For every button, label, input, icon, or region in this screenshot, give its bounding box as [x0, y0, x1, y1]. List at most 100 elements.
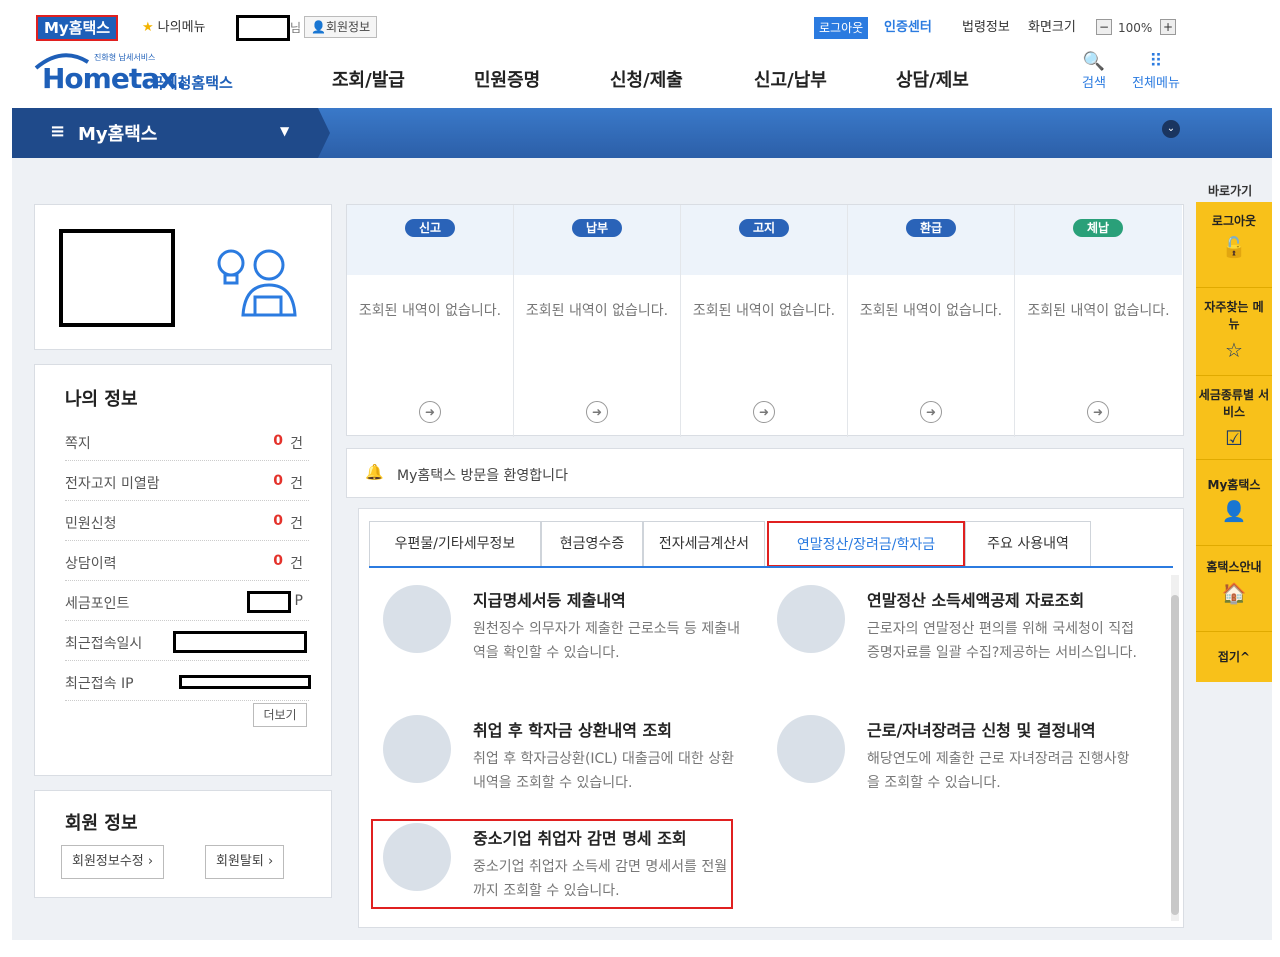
redacted-value: [173, 631, 307, 653]
service-yearend-deduction[interactable]: 연말정산 소득세액공제 자료조회 근로자의 연말정산 편의를 위해 국세청이 직…: [777, 585, 1157, 695]
info-unit: 건: [290, 516, 303, 532]
chevron-right-icon: ›: [147, 854, 154, 869]
zoom-out-button[interactable]: −: [1096, 19, 1112, 35]
hometax-logo[interactable]: 진화형 납세서비스 Hometax. 국세청홈택스: [32, 50, 262, 102]
quick-label: 자주찾는 메뉴: [1204, 300, 1264, 331]
service-tab-panel: 우편물/기타세무정보 현금영수증 전자세금계산서 연말정산/장려금/학자금 주요…: [358, 508, 1184, 928]
quick-myhometax[interactable]: My홈택스 👤: [1196, 460, 1272, 546]
zoom-in-button[interactable]: +: [1160, 19, 1176, 35]
status-col-report: 신고 조회된 내역이 없습니다. ➜: [347, 205, 514, 437]
tab-yearend-scholarship[interactable]: 연말정산/장려금/학자금: [767, 521, 965, 567]
status-summary-panel: 신고 조회된 내역이 없습니다. ➜ 납부 조회된 내역이 없습니다. ➜ 고지…: [346, 204, 1184, 437]
status-empty-text: 조회된 내역이 없습니다.: [859, 303, 1003, 319]
quick-label: My홈택스: [1207, 478, 1261, 492]
service-title: 취업 후 학자금 상환내역 조회: [473, 721, 672, 740]
info-row-e-notice[interactable]: 전자고지 미열람 0 건: [65, 461, 309, 501]
zoom-value: 100%: [1118, 21, 1153, 35]
arrow-right-icon[interactable]: ➜: [753, 401, 775, 423]
quick-menu-title: 바로가기: [1208, 184, 1253, 198]
status-badge: 납부: [572, 219, 622, 237]
arrow-right-icon[interactable]: ➜: [586, 401, 608, 423]
service-student-loan[interactable]: 취업 후 학자금 상환내역 조회 취업 후 학자금상환(ICL) 대출금에 대한…: [383, 715, 763, 805]
tab-e-tax-invoice[interactable]: 전자세금계산서: [643, 521, 765, 567]
info-count: 0: [273, 513, 283, 529]
document-pen-icon: [777, 715, 845, 783]
status-head: [347, 205, 513, 275]
service-work-child-incentive[interactable]: 근로/자녀장려금 신청 및 결정내역 해당연도에 제출한 근로 자녀장려금 진행…: [777, 715, 1157, 805]
member-info-button[interactable]: 👤회원정보: [304, 16, 378, 38]
myhometax-badge[interactable]: My홈택스: [36, 15, 119, 41]
service-title: 중소기업 취업자 감면 명세 조회: [473, 829, 687, 848]
hamburger-icon: ≡: [50, 121, 66, 142]
status-badge: 고지: [739, 219, 789, 237]
quick-label: 로그아웃: [1211, 214, 1257, 228]
chevron-down-icon[interactable]: ⌄: [1162, 120, 1180, 138]
service-title: 근로/자녀장려금 신청 및 결정내역: [867, 721, 1096, 740]
redacted-username: [236, 15, 290, 41]
info-row-messages[interactable]: 쪽지 0 건: [65, 421, 309, 461]
quick-hometax-guide[interactable]: 홈택스안내 🏠: [1196, 546, 1272, 632]
redacted-value: [179, 675, 311, 689]
status-badge: 신고: [405, 219, 455, 237]
main-header: 진화형 납세서비스 Hometax. 국세청홈택스 조회/발급 민원증명 신청/…: [12, 44, 1272, 108]
law-info-link[interactable]: 법령정보: [962, 18, 1010, 38]
info-row-civil-request[interactable]: 민원신청 0 건: [65, 501, 309, 541]
page-title: My홈택스: [78, 124, 158, 145]
withdraw-button[interactable]: 회원탈퇴 ›: [205, 845, 285, 879]
edit-member-button[interactable]: 회원정보수정 ›: [61, 845, 165, 879]
member-info-panel: 회원 정보 회원정보수정 › 회원탈퇴 ›: [34, 790, 332, 898]
nav-apply[interactable]: 신청/제출: [610, 66, 683, 92]
search-button[interactable]: 🔍 검색: [1074, 52, 1114, 92]
info-row-tax-point[interactable]: 세금포인트 P: [65, 581, 309, 621]
all-menu-button[interactable]: ⠿ 전체메뉴: [1124, 52, 1188, 92]
tab-mail-tax-info[interactable]: 우편물/기타세무정보: [369, 521, 541, 567]
tab-usage-history[interactable]: 주요 사용내역: [965, 521, 1091, 567]
arrow-right-icon[interactable]: ➜: [419, 401, 441, 423]
nav-report-pay[interactable]: 신고/납부: [754, 66, 827, 92]
all-menu-label: 전체메뉴: [1132, 76, 1180, 91]
info-count: 0: [273, 473, 283, 489]
info-unit: 건: [290, 556, 303, 572]
scroll-thumb[interactable]: [1171, 595, 1179, 915]
star-icon: ★: [142, 20, 154, 35]
quick-fold-button[interactable]: 접기^: [1196, 632, 1272, 682]
info-unit: 건: [290, 436, 303, 452]
mymenu-link[interactable]: ★ 나의메뉴: [142, 18, 206, 38]
myhometax-dropdown[interactable]: ≡ My홈택스 ▼: [12, 108, 318, 158]
status-head: [514, 205, 680, 275]
screen-size-label: 화면크기: [1028, 20, 1076, 35]
arrow-right-icon[interactable]: ➜: [920, 401, 942, 423]
status-empty-text: 조회된 내역이 없습니다.: [1027, 303, 1170, 319]
status-col-refund: 환급 조회된 내역이 없습니다. ➜: [848, 205, 1015, 437]
quick-menu: 로그아웃 🔓 자주찾는 메뉴 ☆ 세금종류별 서비스 ☑ My홈택스 👤 홈택스안내 🏠 …: [1196, 202, 1272, 682]
service-desc: 중소기업 취업자 소득세 감면 명세서를 전월까지 조회할 수 있습니다.: [473, 859, 728, 899]
profile-panel: [34, 204, 332, 350]
info-row-last-login: 최근접속일시: [65, 621, 309, 661]
member-info-label: 회원정보: [325, 20, 371, 34]
nav-certificate[interactable]: 민원증명: [474, 66, 540, 92]
content-scrollbar[interactable]: [1171, 575, 1179, 921]
logout-button[interactable]: 로그아웃: [814, 17, 869, 39]
status-badge: 체납: [1073, 219, 1123, 237]
nav-inquiry[interactable]: 조회/발급: [332, 66, 405, 92]
service-sme-tax-reduction[interactable]: 중소기업 취업자 감면 명세 조회 중소기업 취업자 소득세 감면 명세서를 전…: [383, 823, 727, 909]
nav-consult[interactable]: 상담/제보: [896, 66, 969, 92]
top-utility-bar: My홈택스 ★ 나의메뉴 님 👤회원정보 로그아웃 인증센터 법령정보 화면크기 …: [12, 12, 1272, 44]
search-label: 검색: [1082, 76, 1106, 91]
tab-cash-receipt[interactable]: 현금영수증: [541, 521, 643, 567]
quick-tax-type-service[interactable]: 세금종류별 서비스 ☑: [1196, 376, 1272, 460]
status-col-payment: 납부 조회된 내역이 없습니다. ➜: [514, 205, 681, 437]
info-count: 0: [273, 553, 283, 569]
edit-member-label: 회원정보수정: [72, 854, 144, 869]
info-label: 쪽지: [65, 436, 91, 452]
info-row-consult-history[interactable]: 상담이력 0 건: [65, 541, 309, 581]
cert-center-link[interactable]: 인증센터: [884, 18, 932, 38]
quick-favorite-menu[interactable]: 자주찾는 메뉴 ☆: [1196, 288, 1272, 376]
status-badge: 환급: [906, 219, 956, 237]
info-unit: 건: [290, 476, 303, 492]
more-button[interactable]: 더보기: [253, 703, 307, 727]
my-info-panel: 나의 정보 쪽지 0 건 전자고지 미열람 0 건 민원신청 0 건 상담이력 …: [34, 364, 332, 776]
quick-logout[interactable]: 로그아웃 🔓: [1196, 202, 1272, 288]
service-withholding-submission[interactable]: 지급명세서등 제출내역 원천징수 의무자가 제출한 근로소득 등 제출내역을 확…: [383, 585, 763, 695]
arrow-right-icon[interactable]: ➜: [1087, 401, 1109, 423]
